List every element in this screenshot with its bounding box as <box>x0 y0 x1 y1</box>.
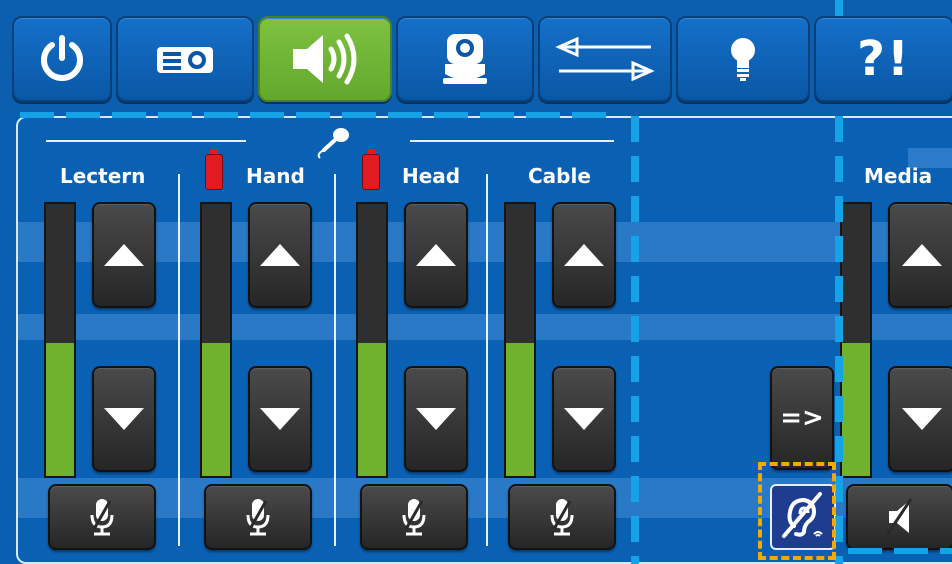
channel-label-hand: Hand <box>246 164 305 188</box>
tab-audio[interactable] <box>258 16 392 102</box>
volume-up-head[interactable] <box>404 202 468 308</box>
arrow-up-icon <box>416 244 456 266</box>
tab-projector[interactable] <box>116 16 254 102</box>
route-label: => <box>780 403 824 433</box>
volume-down-head[interactable] <box>404 366 468 472</box>
volume-down-media[interactable] <box>888 366 952 472</box>
mute-button-hand[interactable] <box>204 484 312 550</box>
arrow-down-icon <box>564 408 604 430</box>
arrow-down-icon <box>902 408 942 430</box>
arrow-up-icon <box>104 244 144 266</box>
channel-label-media: Media <box>864 164 933 188</box>
tab-lights[interactable] <box>676 16 810 102</box>
top-navigation: ?! <box>0 0 952 108</box>
volume-down-cable[interactable] <box>552 366 616 472</box>
channel-divider <box>486 174 488 546</box>
layout-guide <box>835 116 843 564</box>
mute-button-cable[interactable] <box>508 484 616 550</box>
volume-up-hand[interactable] <box>248 202 312 308</box>
projector-icon <box>157 47 213 73</box>
mute-button-head[interactable] <box>360 484 468 550</box>
mic-mute-icon <box>90 499 114 536</box>
channel-label-lectern: Lectern <box>60 164 146 188</box>
mute-button-lectern[interactable] <box>48 484 156 550</box>
layout-guide <box>20 112 614 118</box>
lightbulb-icon <box>731 38 755 81</box>
volume-up-cable[interactable] <box>552 202 616 308</box>
background-band <box>18 222 952 262</box>
arrow-down-icon <box>260 408 300 430</box>
battery-icon <box>362 149 380 190</box>
speaker-icon <box>293 33 357 85</box>
power-icon <box>41 35 83 81</box>
volume-up-lectern[interactable] <box>92 202 156 308</box>
group-line <box>46 140 246 142</box>
layout-guide <box>835 0 843 16</box>
tab-switching[interactable] <box>538 16 672 102</box>
volume-down-hand[interactable] <box>248 366 312 472</box>
channel-divider <box>334 174 336 546</box>
channel-label-cable: Cable <box>528 164 591 188</box>
arrow-down-icon <box>104 408 144 430</box>
level-meter-hand <box>200 202 232 478</box>
switch-arrows-icon <box>555 37 655 81</box>
level-meter-media <box>840 202 872 478</box>
group-line <box>410 140 614 142</box>
arrow-up-icon <box>902 244 942 266</box>
mic-mute-icon <box>402 499 426 536</box>
tab-power[interactable] <box>12 16 112 102</box>
level-meter-head <box>356 202 388 478</box>
mic-mute-icon <box>246 499 270 536</box>
speaker-mute-icon <box>885 498 913 536</box>
mute-button-media[interactable] <box>846 484 952 550</box>
arrow-up-icon <box>260 244 300 266</box>
focus-highlight <box>758 462 836 560</box>
background-band <box>18 314 952 340</box>
volume-down-lectern[interactable] <box>92 366 156 472</box>
help-text: ?! <box>857 31 911 87</box>
level-meter-cable <box>504 202 536 478</box>
arrow-up-icon <box>564 244 604 266</box>
route-to-media-button[interactable]: => <box>770 366 834 470</box>
level-meter-lectern <box>44 202 76 478</box>
microphone-icon <box>317 128 349 159</box>
layout-guide <box>631 116 639 564</box>
layout-guide <box>848 548 952 554</box>
arrow-down-icon <box>416 408 456 430</box>
tab-camera[interactable] <box>396 16 534 102</box>
channel-label-head: Head <box>402 164 461 188</box>
volume-up-media[interactable] <box>888 202 952 308</box>
mic-mute-icon <box>550 499 574 536</box>
tab-help[interactable]: ?! <box>814 16 952 102</box>
channel-divider <box>178 174 180 546</box>
battery-icon <box>205 149 223 190</box>
camera-icon <box>443 34 487 84</box>
